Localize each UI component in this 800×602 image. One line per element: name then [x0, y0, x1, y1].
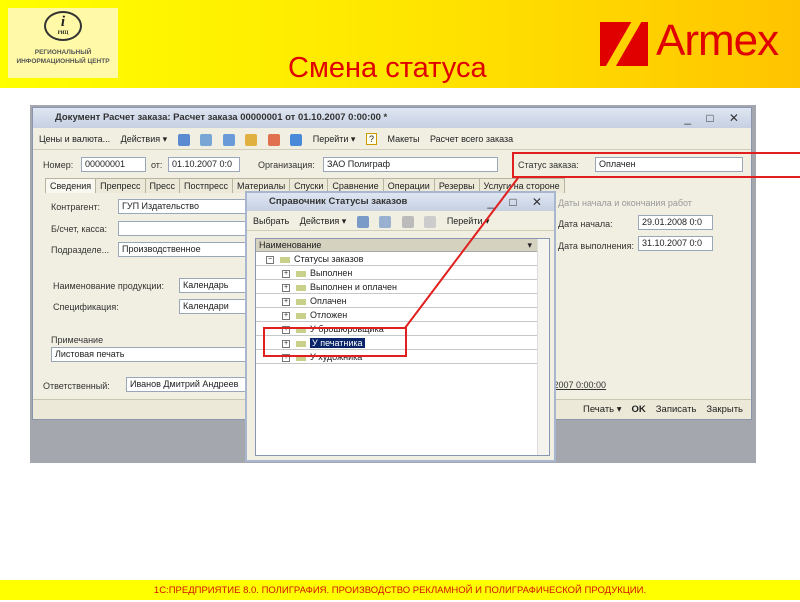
callout-line [404, 177, 519, 329]
slide-footer: 1С:ПРЕДПРИЯТИЕ 8.0. ПОЛИГРАФИЯ. ПРОИЗВОД… [0, 580, 800, 600]
callout-line-segment [404, 177, 519, 329]
